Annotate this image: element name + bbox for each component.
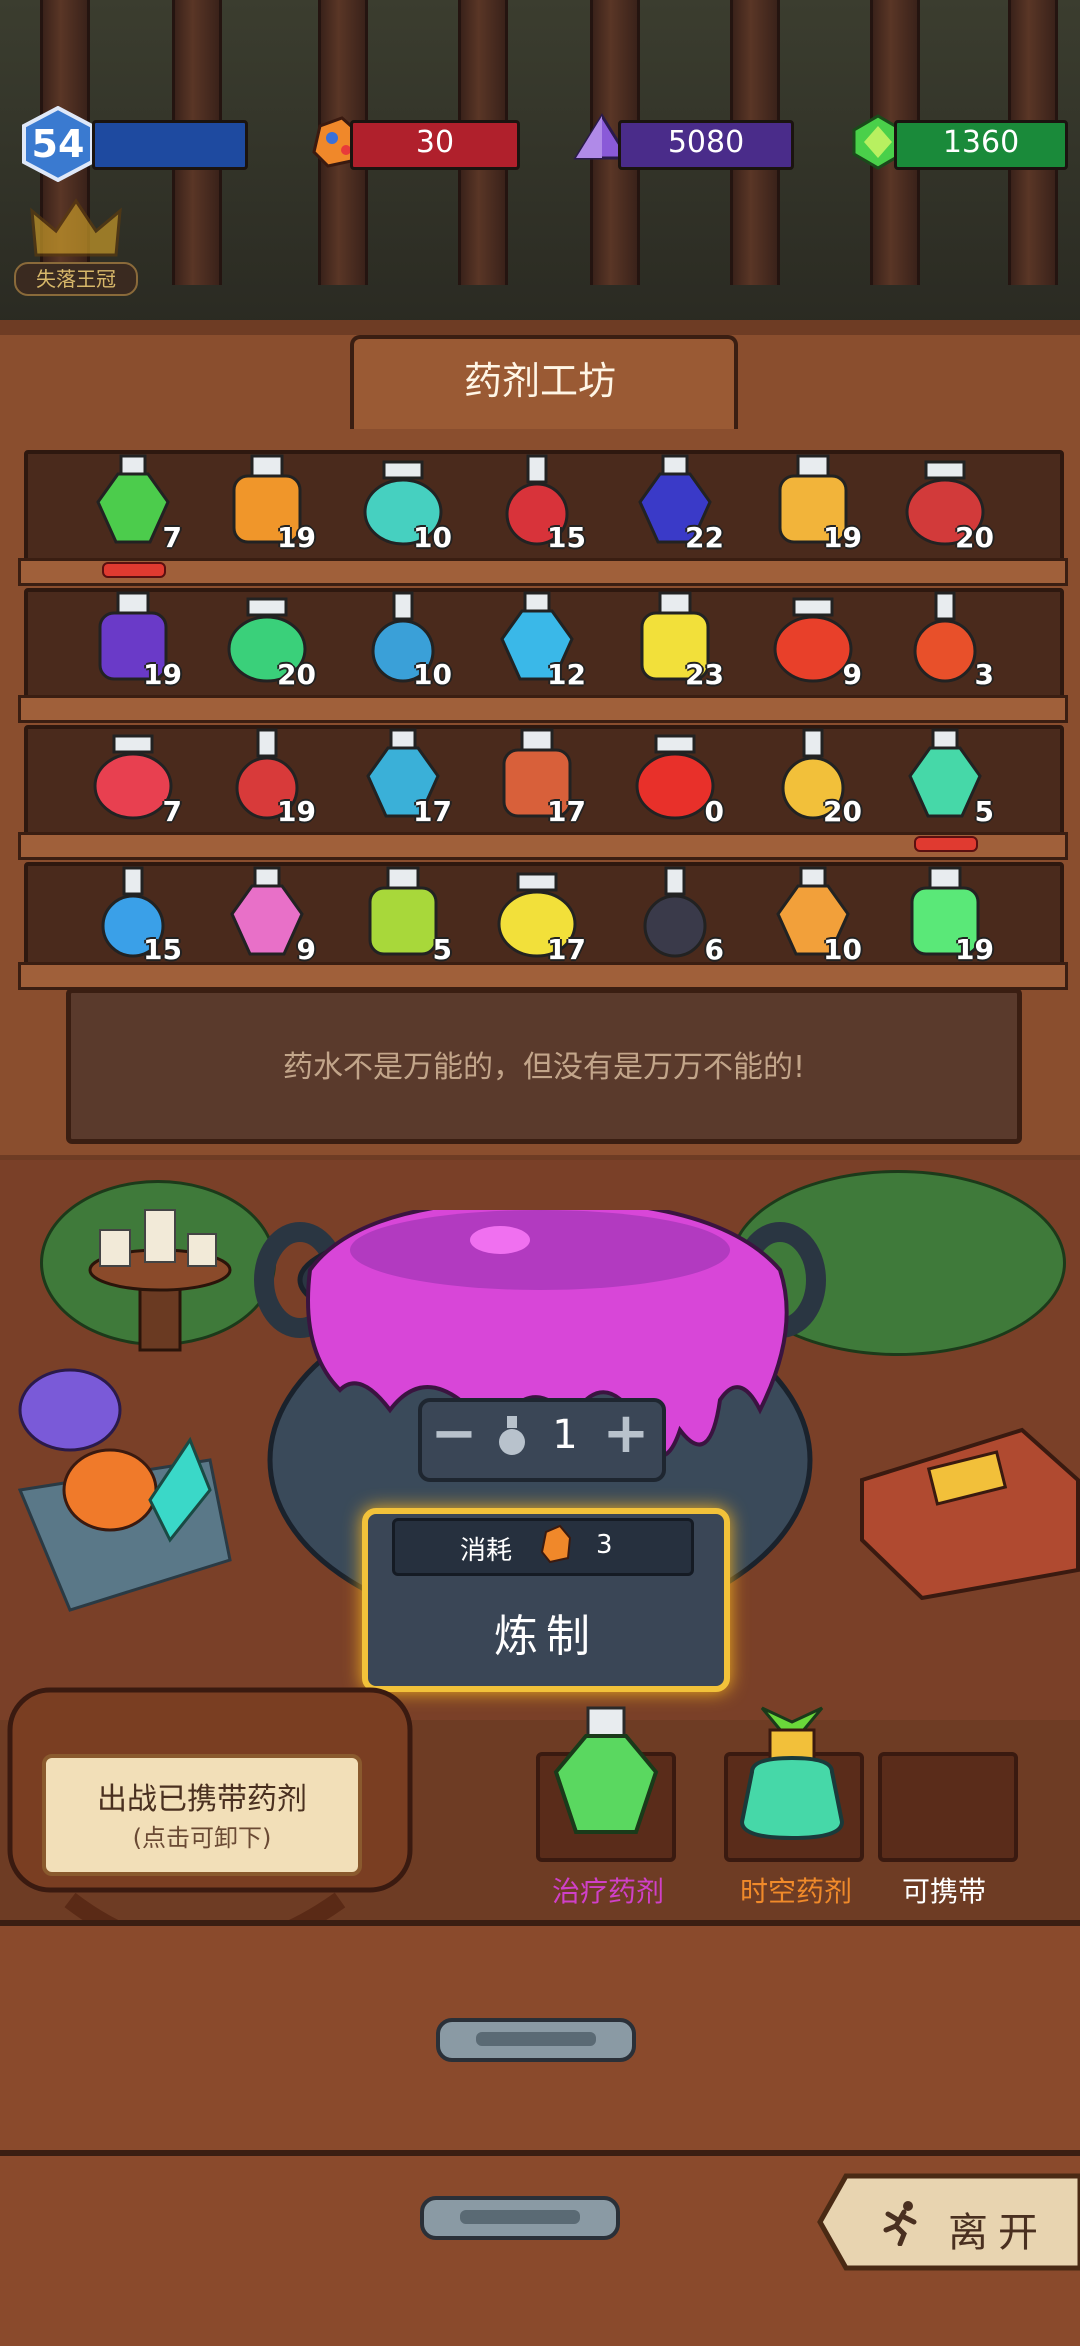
- bag-subtitle[interactable]: (点击可卸下): [42, 1818, 362, 1853]
- potion-slot[interactable]: 20: [890, 448, 1000, 558]
- player-level: 54: [31, 122, 85, 166]
- potion-slot[interactable]: 15: [78, 860, 188, 970]
- potion-slot[interactable]: 19: [758, 448, 868, 558]
- xp-bar: [92, 120, 248, 170]
- potion-count: 10: [413, 658, 452, 691]
- equipped-marker: [102, 562, 166, 578]
- equipped-marker: [914, 836, 978, 852]
- potion-slot[interactable]: 7: [78, 722, 188, 832]
- potion-count: 20: [823, 795, 862, 828]
- cost-label: 消耗: [460, 1536, 513, 1566]
- potion-slot[interactable]: 9: [212, 860, 322, 970]
- potion-count: 6: [704, 933, 724, 966]
- bag-title[interactable]: 出战已携带药剂: [42, 1774, 362, 1818]
- potion-count: 23: [685, 658, 724, 691]
- quote-text: 药水不是万能的，但没有是万万不能的!: [282, 1050, 806, 1085]
- drawer-handle[interactable]: [420, 2188, 620, 2248]
- spellbook-icon: [860, 1427, 1080, 1600]
- craft-label[interactable]: 炼制: [362, 1600, 730, 1664]
- potion-count: 9: [842, 658, 862, 691]
- potion-slot[interactable]: 10: [348, 585, 458, 695]
- crown-icon[interactable]: [28, 195, 124, 265]
- plus-icon[interactable]: +: [596, 1404, 656, 1468]
- potion-count: 17: [413, 795, 452, 828]
- quantity-value: 1: [552, 1412, 578, 1458]
- potion-slot[interactable]: 17: [482, 860, 592, 970]
- mushrooms-and-crystals-icon: [17, 1368, 232, 1612]
- healing-potion-icon[interactable]: [536, 1702, 676, 1852]
- potion-count: 5: [974, 795, 994, 828]
- potion-count: 17: [547, 795, 586, 828]
- ore-counter: 30: [350, 120, 520, 170]
- potion-slot[interactable]: 10: [348, 448, 458, 558]
- potion-slot[interactable]: 10: [758, 860, 868, 970]
- potion-count: 15: [547, 521, 586, 554]
- potion-slot[interactable]: 19: [212, 722, 322, 832]
- potion-count: 5: [432, 933, 452, 966]
- potion-slot[interactable]: 0: [620, 722, 730, 832]
- ore-value: 30: [415, 125, 455, 160]
- potion-count: 9: [296, 933, 316, 966]
- crystal-value: 5080: [667, 125, 745, 160]
- minus-icon[interactable]: −: [424, 1404, 484, 1468]
- potion-count: 10: [823, 933, 862, 966]
- flask-icon: [499, 1416, 525, 1455]
- potion-count: 19: [955, 933, 994, 966]
- potion-slot[interactable]: 23: [620, 585, 730, 695]
- title-badge[interactable]: 失落王冠: [14, 262, 138, 296]
- potion-slot[interactable]: 15: [482, 448, 592, 558]
- potion-count: 0: [704, 795, 724, 828]
- potion-count: 10: [413, 521, 452, 554]
- potion-count: 19: [143, 658, 182, 691]
- potion-slot[interactable]: 6: [620, 860, 730, 970]
- potion-slot[interactable]: 20: [212, 585, 322, 695]
- carry-slot-3[interactable]: [878, 1752, 1018, 1862]
- potion-slot[interactable]: 5: [890, 722, 1000, 832]
- potion-count: 3: [974, 658, 994, 691]
- potion-count: 7: [162, 521, 182, 554]
- potion-count: 15: [143, 933, 182, 966]
- running-person-icon[interactable]: [878, 2200, 922, 2246]
- potion-count: 19: [277, 521, 316, 554]
- potion-count: 12: [547, 658, 586, 691]
- carry-label-empty: 可携带: [901, 1875, 986, 1908]
- potion-slot[interactable]: 9: [758, 585, 868, 695]
- potion-count: 22: [685, 521, 724, 554]
- potion-slot[interactable]: 19: [212, 448, 322, 558]
- potion-slot[interactable]: 19: [890, 860, 1000, 970]
- leave-label[interactable]: 离开: [948, 2200, 1048, 2258]
- cost-value: 3: [596, 1530, 613, 1560]
- gem-counter: 1360: [894, 120, 1068, 170]
- potion-slot[interactable]: 17: [482, 722, 592, 832]
- ore-icon: [540, 1524, 572, 1564]
- workshop-title: 药剂工坊: [463, 359, 616, 403]
- time-space-potion-icon[interactable]: [722, 1702, 862, 1852]
- crystal-counter: 5080: [618, 120, 794, 170]
- potion-slot[interactable]: 7: [78, 448, 188, 558]
- potion-slot[interactable]: 3: [890, 585, 1000, 695]
- potion-count: 19: [823, 521, 862, 554]
- potion-slot[interactable]: 17: [348, 722, 458, 832]
- carry-label-healing: 治疗药剂: [551, 1875, 664, 1908]
- potion-count: 7: [162, 795, 182, 828]
- drawer-handle[interactable]: [436, 2010, 636, 2070]
- potion-count: 20: [277, 658, 316, 691]
- potion-slot[interactable]: 5: [348, 860, 458, 970]
- potion-slot[interactable]: 22: [620, 448, 730, 558]
- potion-slot[interactable]: 12: [482, 585, 592, 695]
- potion-count: 19: [277, 795, 316, 828]
- potion-count: 20: [955, 521, 994, 554]
- gem-value: 1360: [942, 125, 1020, 160]
- potion-slot[interactable]: 19: [78, 585, 188, 695]
- potion-slot[interactable]: 20: [758, 722, 868, 832]
- potion-count: 17: [547, 933, 586, 966]
